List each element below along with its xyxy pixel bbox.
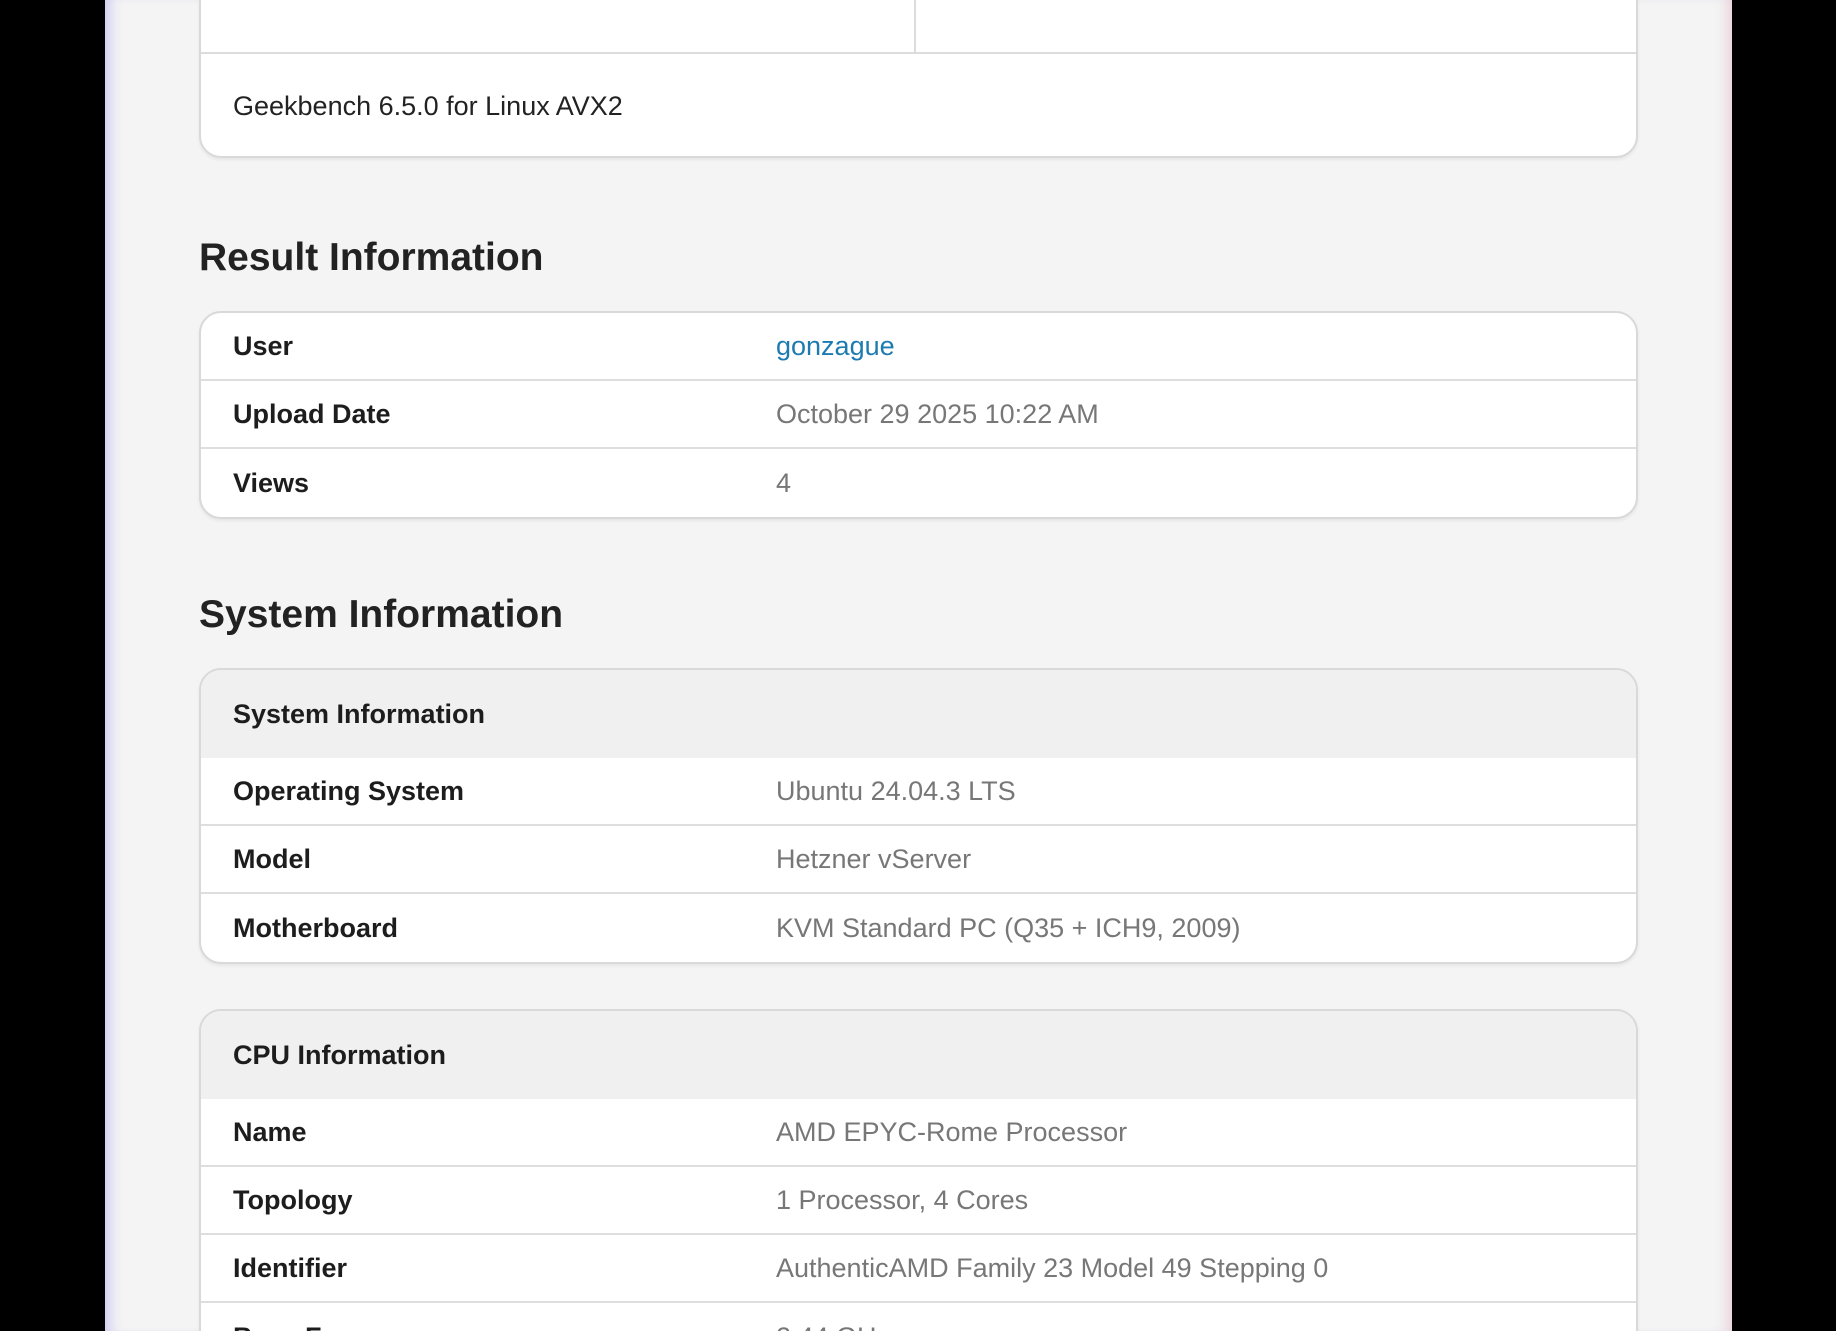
card-heading: CPU Information	[201, 1011, 1636, 1099]
row-value: 1 Processor, 4 Cores	[776, 1184, 1029, 1215]
row-label: Topology	[233, 1184, 353, 1215]
table-row: Views 4	[201, 449, 1636, 517]
row-value: Ubuntu 24.04.3 LTS	[776, 775, 1016, 806]
row-label: Model	[233, 843, 311, 874]
row-value: AMD EPYC-Rome Processor	[776, 1116, 1128, 1147]
row-value: 2.44 GHz	[776, 1322, 890, 1331]
card-heading: System Information	[201, 670, 1636, 758]
table-row: Operating System Ubuntu 24.04.3 LTS	[201, 758, 1636, 826]
benchmark-summary-card: Geekbench 6.5.0 for Linux AVX2	[199, 0, 1638, 158]
row-value: 4	[776, 467, 792, 498]
table-row: Motherboard KVM Standard PC (Q35 + ICH9,…	[201, 894, 1636, 962]
table-row: User gonzague	[201, 313, 1636, 381]
column-divider	[914, 0, 916, 52]
benchmark-version: Geekbench 6.5.0 for Linux AVX2	[233, 90, 623, 121]
row-label: User	[233, 330, 294, 361]
table-row: Identifier AuthenticAMD Family 23 Model …	[201, 1235, 1636, 1303]
row-label: Base Frequency	[201, 1322, 776, 1331]
row-value: AuthenticAMD Family 23 Model 49 Stepping…	[776, 1252, 1329, 1283]
row-value: KVM Standard PC (Q35 + ICH9, 2009)	[776, 912, 1241, 943]
row-label: Views	[233, 467, 310, 498]
row-label: Motherboard	[233, 912, 398, 943]
row-label: Name	[233, 1116, 307, 1147]
table-row: Model Hetzner vServer	[201, 826, 1636, 894]
row-value: Hetzner vServer	[776, 843, 972, 874]
table-row: Name AMD EPYC-Rome Processor	[201, 1099, 1636, 1167]
table-row: Base Frequency 2.44 GHz	[201, 1303, 1636, 1331]
result-information-title: Result Information	[199, 236, 544, 279]
system-information-card: System Information Operating System Ubun…	[199, 668, 1638, 964]
summary-grid	[201, 0, 1636, 54]
row-value: October 29 2025 10:22 AM	[776, 398, 1099, 429]
cpu-information-card: CPU Information Name AMD EPYC-Rome Proce…	[199, 1009, 1638, 1331]
result-information-card: User gonzague Upload Date October 29 202…	[199, 311, 1638, 519]
row-label: Operating System	[233, 775, 465, 806]
user-link[interactable]: gonzague	[776, 331, 895, 362]
row-label: Upload Date	[233, 398, 391, 429]
table-row: Upload Date October 29 2025 10:22 AM	[201, 381, 1636, 449]
page-background: Geekbench 6.5.0 for Linux AVX2 Result In…	[105, 0, 1732, 1331]
row-label: Identifier	[233, 1252, 348, 1283]
system-information-title: System Information	[199, 593, 564, 636]
table-row: Topology 1 Processor, 4 Cores	[201, 1167, 1636, 1235]
